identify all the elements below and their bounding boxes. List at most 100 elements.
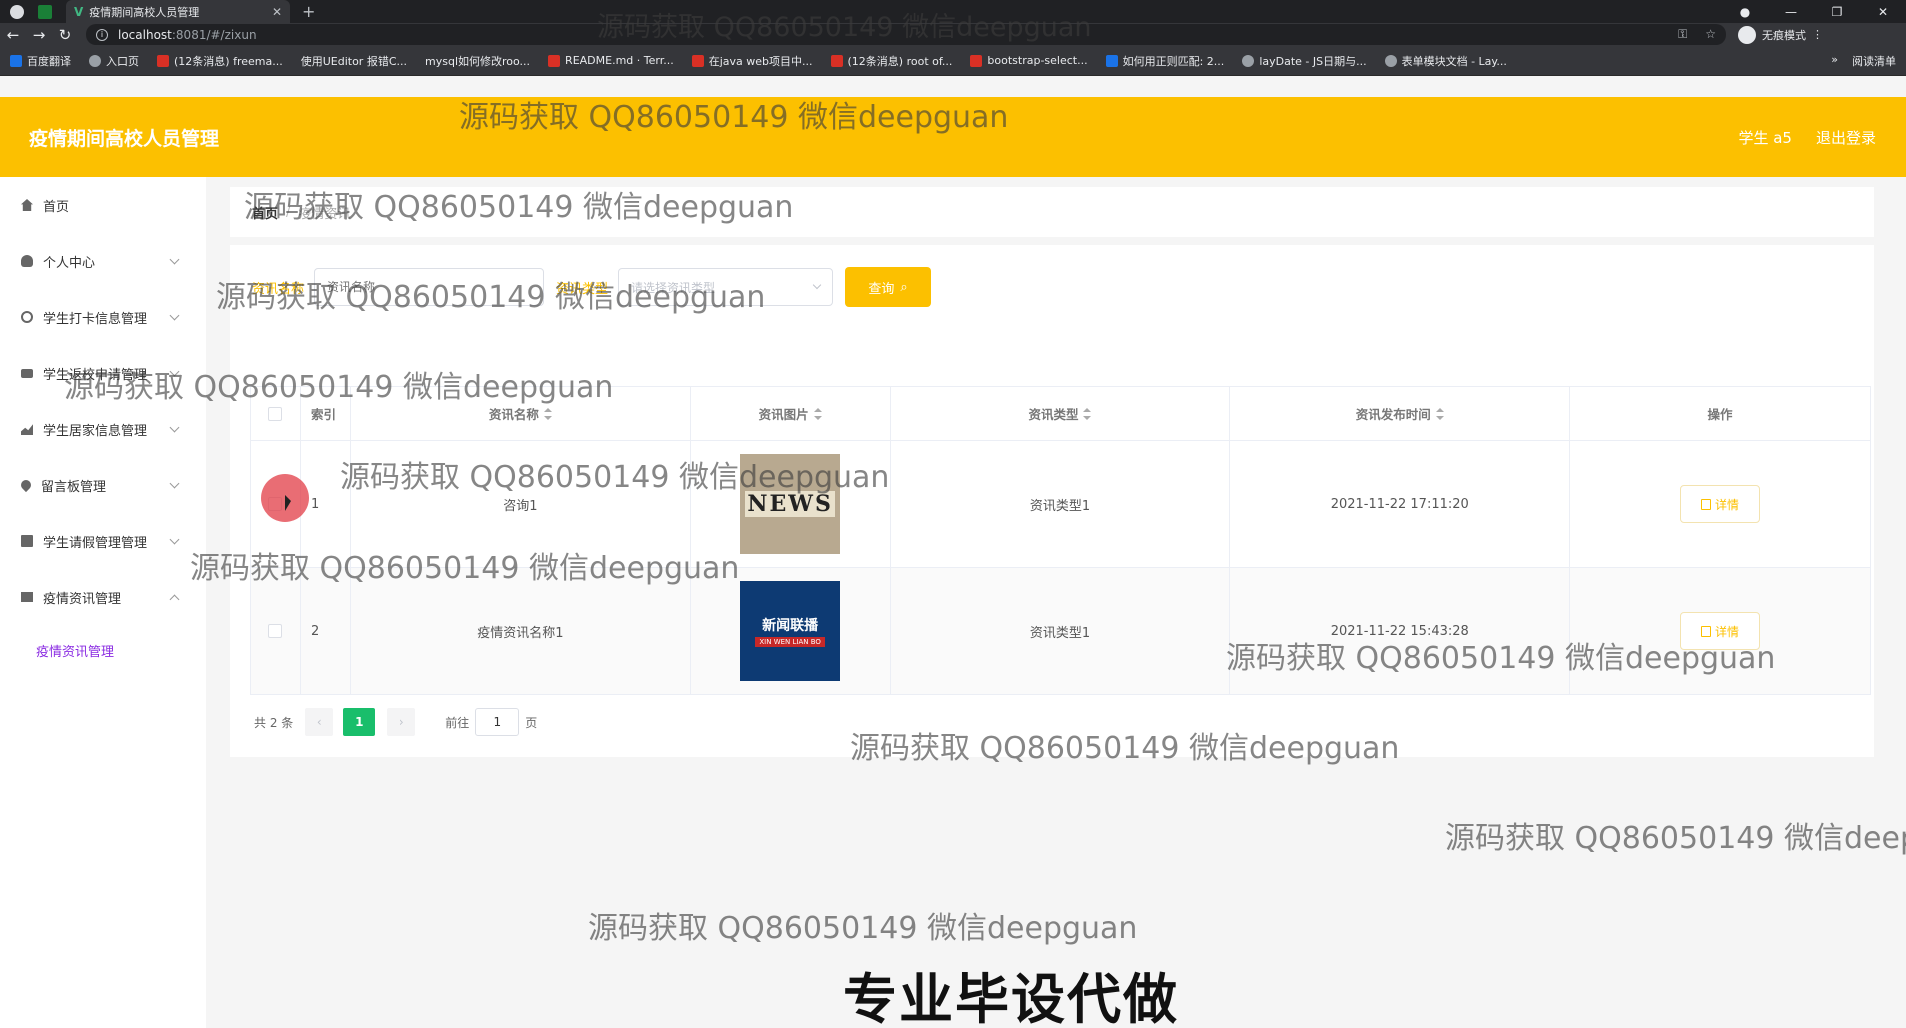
watermark: 源码获取 QQ86050149 微信deepguan [190,551,740,586]
watermark: 源码获取 QQ86050149 微信deepguan [850,731,1400,766]
logout-link[interactable]: 退出登录 [1816,127,1876,148]
circle-icon [21,311,33,323]
bookmark-item[interactable]: (12条消息) root of... [830,53,952,69]
app-favicon-icon[interactable] [38,4,52,19]
chevron-down-icon [169,254,180,264]
key-icon[interactable]: ⚿ [1678,27,1687,42]
total-count: 共 2 条 [254,715,294,730]
query-button[interactable]: 查询 ⌕ [845,267,932,307]
more-menu-icon[interactable]: ⋮ [1812,28,1823,41]
row-time: 2021-11-22 17:11:20 [1230,441,1571,567]
detail-button[interactable]: 详情 [1680,485,1761,523]
watermark: 源码获取 QQ86050149 微信deepguan [588,911,1138,946]
back-icon[interactable]: ← [0,26,26,44]
browser-tab[interactable]: V 疫情期间高校人员管理 ✕ [66,0,290,23]
bookmark-item[interactable]: 使用UEditor 报错C... [301,53,407,69]
pin-icon [18,477,34,493]
more-bookmarks-icon[interactable]: » [1831,53,1838,69]
watermark: 源码获取 QQ86050149 微信deepguan [459,100,1009,135]
chevron-down-icon [169,534,180,544]
select-all-checkbox[interactable] [268,406,283,421]
goto-page-input[interactable]: 1 [475,708,520,736]
sidebar-item-leave[interactable]: 学生请假管理管理 [0,513,206,569]
sidebar-item-checkin[interactable]: 学生打卡信息管理 [0,289,206,345]
bookmark-item[interactable]: 百度翻译 [10,53,71,69]
watermark: 源码获取 QQ86050149 微信deep [1445,821,1906,856]
header-type[interactable]: 资讯类型 [891,387,1231,440]
page-suffix: 页 [525,715,538,730]
close-tab-icon[interactable]: ✕ [272,5,282,19]
incognito-label: 无痕模式 [1762,28,1806,42]
sidebar-item-personal-center[interactable]: 个人中心 [0,233,206,289]
sidebar-item-message-board[interactable]: 留言板管理 [0,457,206,513]
minimize-icon[interactable]: — [1768,5,1814,19]
sidebar-subitem-epidemic-news[interactable]: 疫情资讯管理 [0,625,206,675]
sort-icon[interactable] [1083,407,1092,420]
profile-icon[interactable]: ● [1722,5,1768,19]
goto-label: 前往 [445,715,470,730]
briefcase-icon [21,368,33,378]
pagination: 共 2 条 ‹ 1 › 前往 1 页 [254,708,537,736]
url-path: :8081/#/zixun [171,27,257,42]
reading-list[interactable]: 阅读清单 [1852,53,1896,69]
sidebar-item-home[interactable]: 首页 [0,177,206,233]
chevron-down-icon [169,478,180,488]
bookmark-item[interactable]: 表单模块文档 - Lay... [1384,53,1507,69]
prev-page-icon[interactable]: ‹ [305,708,334,736]
reload-icon[interactable]: ↻ [52,26,78,44]
news-thumbnail[interactable]: 新闻联播 XIN WEN LIAN BO [740,581,841,681]
csdn-icon [830,54,843,67]
sidebar-item-epidemic-news[interactable]: 疫情资讯管理 [0,569,206,625]
bookmark-item[interactable]: (12条消息) freema... [157,53,283,69]
bookmark-item[interactable]: 如何用正则匹配: 2... [1105,53,1224,69]
window-controls: ● — ❐ ✕ [1722,0,1906,23]
current-user[interactable]: 学生 a5 [1738,127,1792,148]
chevron-up-icon [169,594,180,604]
header-image[interactable]: 资讯图片 [691,387,891,440]
bookmark-item[interactable]: 在java web项目中... [691,53,813,69]
watermark: 源码获取 QQ86050149 微信deepguan [64,370,614,405]
bookmark-item[interactable]: layDate - JS日期与... [1242,53,1367,69]
promo-banner: 专业毕设代做 [843,968,1179,1028]
layui-icon [1384,54,1397,67]
close-window-icon[interactable]: ✕ [1860,5,1906,19]
next-page-icon[interactable]: › [387,708,416,736]
header-time[interactable]: 资讯发布时间 [1230,387,1571,440]
star-icon[interactable]: ☆ [1705,27,1716,42]
watermark: 源码获取 QQ86050149 微信deepguan [216,280,766,315]
sort-icon[interactable] [813,407,822,420]
sidebar-item-home-info[interactable]: 学生居家信息管理 [0,401,206,457]
bookmark-item[interactable]: mysql如何修改roo... [425,53,530,69]
tab-title: 疫情期间高校人员管理 [89,5,200,19]
bookmark-item[interactable]: README.md · Terr... [548,54,674,67]
new-tab-icon[interactable]: + [302,2,315,21]
page-number-active[interactable]: 1 [343,708,376,736]
site-info-icon[interactable]: i [96,28,108,41]
chevron-down-icon [169,310,180,320]
sort-icon[interactable] [543,407,552,420]
forward-icon[interactable]: → [26,26,52,44]
csdn-icon [691,54,704,67]
restore-icon[interactable]: ❐ [1814,5,1860,19]
bookmark-item[interactable]: 入口页 [89,53,139,69]
document-icon [1701,498,1712,510]
header-action: 操作 [1570,387,1871,440]
globe-icon [89,54,101,67]
document-icon [21,535,33,547]
sort-icon[interactable] [1435,407,1444,420]
site-icon [1105,54,1118,67]
watermark: 源码获取 QQ86050149 微信deepguan [597,12,1092,43]
browser-menu-icon[interactable] [10,4,24,19]
row-type: 资讯类型1 [891,568,1231,694]
chart-icon [21,424,33,435]
row-type: 资讯类型1 [891,441,1231,567]
mouse-cursor-icon [285,495,291,511]
incognito-icon [1738,25,1756,44]
csdn-icon [157,54,169,67]
row-checkbox[interactable] [268,624,283,638]
search-icon: ⌕ [900,279,908,295]
user-icon [21,255,33,267]
bookmark-item[interactable]: bootstrap-select... [970,54,1088,67]
watermark: 源码获取 QQ86050149 微信deepguan [340,460,890,495]
incognito-indicator[interactable]: 无痕模式 ⋮ [1738,25,1823,44]
